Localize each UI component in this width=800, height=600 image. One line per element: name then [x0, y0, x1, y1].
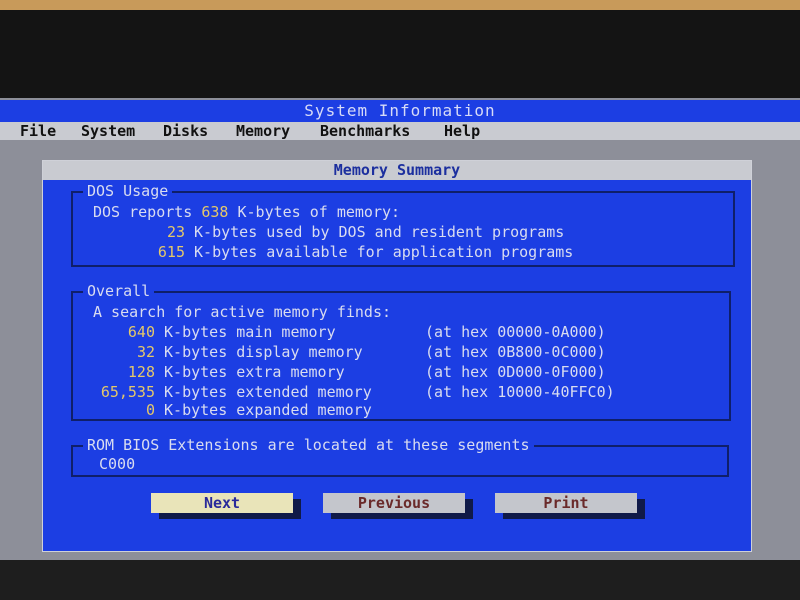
dos-used-line: 23 K-bytes used by DOS and resident prog… [113, 223, 564, 241]
dos-used-text: K-bytes used by DOS and resident program… [185, 223, 565, 241]
dos-reports-prefix: DOS reports [93, 203, 202, 221]
display-memory-text: K-bytes display memory [155, 343, 363, 361]
display-memory-kb: 32 [136, 343, 155, 361]
memory-row-display: 32 K-bytes display memory [83, 343, 363, 361]
dos-usage-group: DOS Usage DOS reports 638 K-bytes of mem… [71, 182, 735, 267]
memory-row-main: 640 K-bytes main memory [83, 323, 336, 341]
dos-usage-legend: DOS Usage [83, 182, 173, 200]
memory-row-extended: 65,535 K-bytes extended memory [83, 383, 372, 401]
menu-system[interactable]: System [81, 122, 135, 140]
dos-total-kb: 638 [201, 203, 229, 221]
menu-help[interactable]: Help [444, 122, 480, 140]
extended-memory-hex: (at hex 10000-40FFC0) [425, 383, 615, 401]
memory-summary-dialog: Memory Summary DOS Usage DOS reports 638… [42, 160, 752, 552]
dos-reports-suffix: K-bytes of memory: [228, 203, 401, 221]
menu-benchmarks[interactable]: Benchmarks [320, 122, 410, 140]
monitor-bezel-bottom [0, 560, 800, 600]
expanded-memory-text: K-bytes expanded memory [155, 401, 372, 419]
extra-memory-text: K-bytes extra memory [155, 363, 345, 381]
overall-intro: A search for active memory finds: [93, 303, 392, 321]
menu-disks[interactable]: Disks [163, 122, 208, 140]
menu-file[interactable]: File [20, 122, 56, 140]
menu-bar: File System Disks Memory Benchmarks Help [0, 122, 800, 140]
rom-bios-legend: ROM BIOS Extensions are located at these… [83, 436, 534, 454]
window-title: System Information [0, 100, 800, 122]
next-button[interactable]: Next [151, 493, 293, 513]
extra-memory-kb: 128 [127, 363, 155, 381]
dos-available-line: 615 K-bytes available for application pr… [113, 243, 573, 261]
dos-used-kb: 23 [166, 223, 185, 241]
extended-memory-text: K-bytes extended memory [155, 383, 372, 401]
dos-reports-line: DOS reports 638 K-bytes of memory: [93, 203, 400, 221]
extended-memory-kb: 65,535 [100, 383, 155, 401]
previous-button[interactable]: Previous [323, 493, 465, 513]
main-memory-hex: (at hex 00000-0A000) [425, 323, 606, 341]
memory-row-extra: 128 K-bytes extra memory [83, 363, 345, 381]
main-memory-kb: 640 [127, 323, 155, 341]
expanded-memory-kb: 0 [145, 401, 155, 419]
main-memory-text: K-bytes main memory [155, 323, 336, 341]
menu-memory[interactable]: Memory [236, 122, 290, 140]
dos-available-kb: 615 [157, 243, 185, 261]
display-memory-hex: (at hex 0B800-0C000) [425, 343, 606, 361]
rom-bios-group: ROM BIOS Extensions are located at these… [71, 436, 729, 477]
extra-memory-hex: (at hex 0D000-0F000) [425, 363, 606, 381]
print-button[interactable]: Print [495, 493, 637, 513]
monitor-bezel-top [0, 0, 800, 10]
rom-bios-segment: C000 [99, 455, 136, 473]
dos-available-text: K-bytes available for application progra… [185, 243, 574, 261]
memory-row-expanded: 0 K-bytes expanded memory [83, 401, 372, 419]
monitor-bezel [0, 10, 800, 98]
overall-legend: Overall [83, 282, 155, 300]
dialog-title: Memory Summary [43, 161, 751, 180]
overall-group: Overall A search for active memory finds… [71, 282, 731, 421]
